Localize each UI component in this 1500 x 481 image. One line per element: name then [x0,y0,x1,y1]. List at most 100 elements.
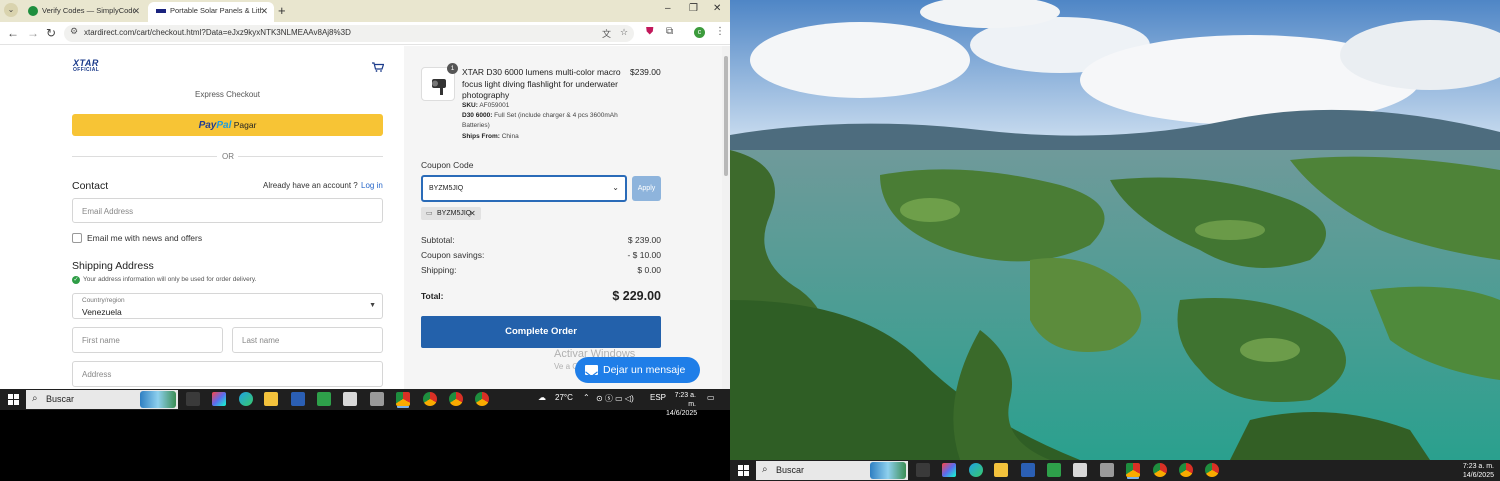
minimize-button[interactable]: – [665,3,671,14]
newsletter-checkbox[interactable] [72,233,82,243]
file-explorer-icon[interactable] [264,392,278,406]
close-tab-icon[interactable]: ✕ [132,2,140,20]
leave-message-chat-button[interactable]: Dejar un mensaje [575,357,700,383]
browser-window: ⌄ Verify Codes — SimplyCodes ✕ Portable … [0,0,730,389]
taskbar-search-box[interactable]: ⌕ Buscar [26,390,178,409]
secure-check-icon: ✓ [72,276,80,284]
bookmark-star-icon[interactable]: ☆ [620,27,628,38]
xtar-logo[interactable]: XTAR OFFICIAL [73,59,105,74]
applied-coupon-tag: ▭ BYZM5JIQ ✕ [421,207,481,220]
paypal-button[interactable]: PayPal Pagar [72,114,383,136]
search-highlight-image [140,391,176,408]
paypal-logo-pay: Pay [198,120,217,131]
edge-icon[interactable] [239,392,253,406]
coupon-code-label: Coupon Code [421,160,474,170]
newsletter-label[interactable]: Email me with news and offers [87,233,202,243]
taskbar-clock[interactable]: 7:23 a. m. 14/6/2025 [666,391,697,418]
shipping-value: $ 0.00 [637,265,661,275]
calculator-icon[interactable] [1100,463,1114,477]
task-view-icon[interactable] [186,392,200,406]
cart-icon[interactable] [372,62,384,72]
caret-down-icon: ▼ [369,302,376,309]
close-tab-icon[interactable]: ✕ [260,2,268,20]
product-ships-from: Ships From: China [462,133,519,140]
product-price: $239.00 [630,67,661,77]
paypal-logo-pal: Pal [216,120,232,131]
back-icon[interactable]: ← [7,26,19,40]
chrome-icon[interactable] [1126,463,1140,477]
lake-landscape-wallpaper [730,0,1500,460]
address-field[interactable]: Address [72,361,383,387]
chrome-profile-icon[interactable] [423,392,437,406]
mail-app-icon[interactable] [343,392,357,406]
windows-start-icon[interactable] [738,465,749,476]
tray-icons[interactable]: ⊙ ⓢ ▭ ◁) [596,393,634,404]
browser-menu-icon[interactable]: ⋮ [715,26,725,37]
tab-simplycodes[interactable]: Verify Codes — SimplyCodes ✕ [20,2,146,22]
chrome-icon[interactable] [396,392,410,406]
subtotal-label: Subtotal: [421,235,455,245]
store-icon[interactable] [317,392,331,406]
tab-search-icon[interactable]: ⌄ [4,3,18,17]
chrome-profile-icon[interactable] [1205,463,1219,477]
tab-strip: ⌄ Verify Codes — SimplyCodes ✕ Portable … [0,0,730,22]
chrome-profile-icon[interactable] [475,392,489,406]
profile-avatar[interactable]: c [694,27,705,38]
close-window-button[interactable]: ✕ [713,3,721,14]
copilot-icon[interactable] [942,463,956,477]
scrollbar-thumb[interactable] [724,56,728,176]
first-name-field[interactable]: First name [72,327,223,353]
extensions-puzzle-icon[interactable]: ⧉ [666,26,673,37]
address-bar[interactable]: ⚙ xtardirect.com/cart/checkout.html?Data… [64,25,634,42]
store-icon[interactable] [1047,463,1061,477]
product-sku: SKU: AF059001 [462,102,510,109]
forward-icon[interactable]: → [27,26,39,40]
email-field[interactable]: Email Address [72,198,383,223]
site-info-icon[interactable]: ⚙ [70,26,78,37]
chrome-profile-icon[interactable] [449,392,463,406]
remove-coupon-icon[interactable]: ✕ [469,207,476,220]
new-tab-button[interactable]: + [278,3,286,18]
chrome-profile-icon[interactable] [1153,463,1167,477]
login-link[interactable]: Log in [361,181,383,190]
country-select[interactable]: Country/region Venezuela ▼ [72,293,383,319]
translate-icon[interactable]: 文 [602,27,611,40]
product-variant: D30 6000: Full Set (include charger & 4 … [462,112,618,129]
search-icon: ⌕ [32,393,38,404]
xtar-favicon-icon [156,9,166,13]
last-name-field[interactable]: Last name [232,327,383,353]
windows-start-icon[interactable] [8,394,19,405]
word-icon[interactable] [291,392,305,406]
complete-order-button[interactable]: Complete Order [421,316,661,348]
apply-coupon-button[interactable]: Apply [632,176,661,201]
paypal-button-label: Pagar [233,120,257,130]
temperature[interactable]: 27°C [555,393,573,402]
task-view-icon[interactable] [916,463,930,477]
weather-icon[interactable]: ☁ [538,393,546,402]
coupon-code-input[interactable]: BYZM5JIQ ⌄ [421,175,627,202]
language-indicator[interactable]: ESP [650,393,666,402]
reload-icon[interactable]: ↻ [46,26,56,40]
chrome-profile-icon[interactable] [1179,463,1193,477]
tray-overflow-icon[interactable]: ⌃ [583,393,590,402]
express-checkout-label: Express Checkout [195,90,260,99]
extension-shield-icon[interactable]: ⛊ [646,26,654,37]
maximize-button[interactable]: ❐ [689,3,698,14]
coupon-savings-label: Coupon savings: [421,250,485,260]
tab-xtar-checkout[interactable]: Portable Solar Panels & Lithium ✕ [148,2,274,22]
taskbar-clock[interactable]: 7:23 a. m. 14/6/2025 [1462,462,1494,480]
mail-app-icon[interactable] [1073,463,1087,477]
account-prompt: Already have an account ? [263,181,358,190]
shipping-heading: Shipping Address [72,260,154,272]
url-text[interactable]: xtardirect.com/cart/checkout.html?Data=e… [84,28,351,37]
search-icon: ⌕ [762,464,768,475]
edge-icon[interactable] [969,463,983,477]
total-value: $ 229.00 [612,289,661,303]
copilot-icon[interactable] [212,392,226,406]
chevron-down-icon[interactable]: ⌄ [612,183,619,192]
word-icon[interactable] [1021,463,1035,477]
file-explorer-icon[interactable] [994,463,1008,477]
calculator-icon[interactable] [370,392,384,406]
notifications-icon[interactable]: ▭ [707,393,715,402]
taskbar-search-box[interactable]: ⌕ Buscar [756,461,908,480]
